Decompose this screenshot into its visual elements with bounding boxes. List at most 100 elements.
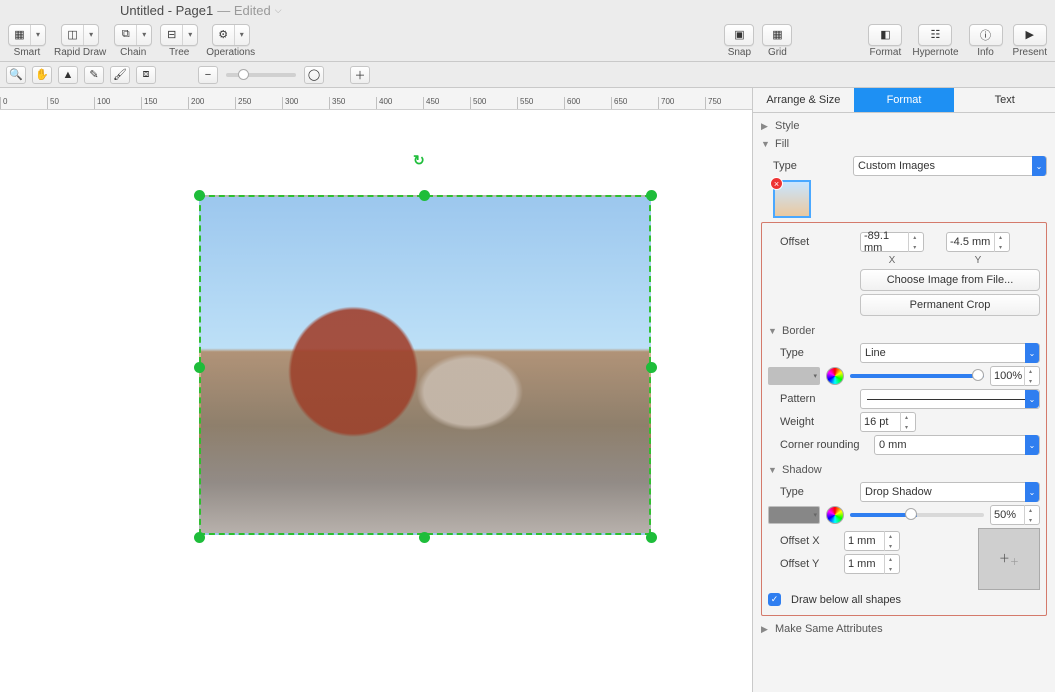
fill-tool[interactable]: ▲ (58, 66, 78, 84)
brush-tool[interactable]: 🖌 (110, 66, 130, 84)
highlighted-panel: Offset -89.1 mm▴▾ -4.5 mm▴▾ XY Choose Im… (761, 222, 1047, 616)
border-color-swatch[interactable]: ▾ (768, 367, 820, 385)
delete-thumbnail-icon[interactable]: × (770, 177, 783, 190)
canvas-area[interactable]: 0501001502002503003504004505005506006507… (0, 88, 752, 692)
rapid-label: Rapid Draw (54, 47, 106, 58)
stepper-icon[interactable]: ▴▾ (1024, 366, 1036, 386)
border-section-header[interactable]: ▼Border (768, 322, 1040, 340)
grid-icon: ▦ (772, 28, 782, 41)
weight-input[interactable]: 16 pt▴▾ (860, 412, 916, 432)
resize-handle-w[interactable] (194, 362, 205, 373)
crop-tool[interactable]: ⧈ (136, 66, 156, 84)
selected-image[interactable] (199, 195, 651, 535)
y-axis-label: Y (946, 255, 1010, 266)
shadow-opacity-slider[interactable] (850, 513, 984, 517)
shadow-type-select[interactable]: Drop Shadow⌄ (860, 482, 1040, 502)
ruler-tick: 250 (235, 97, 282, 109)
shadow-offset-x-input[interactable]: 1 mm▴▾ (844, 531, 900, 551)
corner-rounding-value: 0 mm (879, 439, 907, 451)
snap-button[interactable]: ▣ (724, 24, 754, 46)
stepper-icon[interactable]: ▴▾ (884, 531, 896, 551)
present-icon: ▶ (1026, 28, 1034, 41)
tree-button[interactable]: ⊟▾ (160, 24, 198, 46)
fill-section-header[interactable]: ▼Fill (761, 135, 1047, 153)
offset-x-value: -89.1 mm (864, 230, 908, 254)
tab-text[interactable]: Text (954, 88, 1055, 112)
fill-type-value: Custom Images (858, 160, 935, 172)
shadow-type-label: Type (768, 486, 854, 498)
draw-below-checkbox[interactable]: ✓ (768, 593, 781, 606)
grid-label: Grid (768, 47, 787, 58)
tree-label: Tree (169, 47, 189, 58)
resize-handle-ne[interactable] (646, 190, 657, 201)
tab-format[interactable]: Format (854, 88, 955, 112)
color-wheel-icon[interactable] (826, 367, 844, 385)
ruler-tick: 0 (0, 97, 47, 109)
border-type-select[interactable]: Line⌄ (860, 343, 1040, 363)
select-arrow-icon: ⌄ (1025, 343, 1039, 363)
select-arrow-icon: ⌄ (1025, 482, 1039, 502)
resize-handle-se[interactable] (646, 532, 657, 543)
resize-handle-s[interactable] (419, 532, 430, 543)
zoom-out-button[interactable]: − (198, 66, 218, 84)
style-section-header[interactable]: ▶Style (761, 117, 1047, 135)
shadow-opacity-input[interactable]: 50% ▴▾ (990, 505, 1040, 525)
zoom-slider[interactable] (226, 73, 296, 77)
info-button[interactable]: ⓘ (969, 24, 1003, 46)
permanent-crop-button[interactable]: Permanent Crop (860, 294, 1040, 316)
operations-label: Operations (206, 47, 255, 58)
offset-y-input[interactable]: -4.5 mm ▴▾ (946, 232, 1010, 252)
stepper-icon[interactable]: ▴▾ (908, 232, 920, 252)
select-arrow-icon: ⌄ (1025, 390, 1039, 408)
tab-arrange-size[interactable]: Arrange & Size (753, 88, 854, 112)
resize-handle-nw[interactable] (194, 190, 205, 201)
smart-icon: ▦ (14, 28, 24, 41)
rapid-draw-button[interactable]: ◫▾ (61, 24, 99, 46)
eyedropper-tool[interactable]: ✎ (84, 66, 104, 84)
ruler-tick: 200 (188, 97, 235, 109)
zoom-fit-button[interactable]: ◯ (304, 66, 324, 84)
hypernote-button[interactable]: ☷ (918, 24, 952, 46)
corner-rounding-select[interactable]: 0 mm⌄ (874, 435, 1040, 455)
ruler-tick: 500 (470, 97, 517, 109)
stepper-icon[interactable]: ▴▾ (884, 554, 896, 574)
border-opacity-input[interactable]: 100%▴▾ (990, 366, 1040, 386)
shadow-opacity-value: 50% (994, 509, 1016, 521)
shadow-offset-y-input[interactable]: 1 mm▴▾ (844, 554, 900, 574)
style-label: Style (775, 120, 799, 132)
zoom-in-button[interactable]: ＋ (350, 66, 370, 84)
chain-label: Chain (120, 47, 146, 58)
chain-button[interactable]: ⧉▾ (114, 24, 152, 46)
offset-x-input[interactable]: -89.1 mm▴▾ (860, 232, 924, 252)
offset-y-value: -4.5 mm (950, 236, 990, 248)
title-chevron-icon[interactable]: ⌵ (275, 5, 282, 16)
border-label: Border (782, 325, 815, 337)
stepper-icon[interactable]: ▴▾ (1024, 505, 1036, 525)
smart-button[interactable]: ▦▾ (8, 24, 46, 46)
hypernote-icon: ☷ (931, 28, 941, 41)
operations-button[interactable]: ⚙▾ (212, 24, 250, 46)
border-opacity-slider[interactable] (850, 374, 984, 378)
pattern-select[interactable]: ⌄ (860, 389, 1040, 409)
ruler-tick: 350 (329, 97, 376, 109)
resize-handle-e[interactable] (646, 362, 657, 373)
hand-tool[interactable]: ✋ (32, 66, 52, 84)
rotate-handle-icon[interactable]: ↻ (413, 152, 425, 164)
fill-image-thumbnail[interactable]: × (773, 180, 811, 218)
grid-button[interactable]: ▦ (762, 24, 792, 46)
resize-handle-sw[interactable] (194, 532, 205, 543)
stepper-icon[interactable]: ▴▾ (900, 412, 912, 432)
magnify-tool[interactable]: 🔍 (6, 66, 26, 84)
present-button[interactable]: ▶ (1013, 24, 1047, 46)
offset-label: Offset (768, 236, 854, 248)
stepper-icon[interactable]: ▴▾ (994, 232, 1006, 252)
make-same-section-header[interactable]: ▶Make Same Attributes (761, 620, 1047, 638)
resize-handle-n[interactable] (419, 190, 430, 201)
fill-type-select[interactable]: Custom Images⌄ (853, 156, 1047, 176)
choose-image-button[interactable]: Choose Image from File... (860, 269, 1040, 291)
format-panel-button[interactable]: ◧ (868, 24, 902, 46)
color-wheel-icon[interactable] (826, 506, 844, 524)
choose-image-label: Choose Image from File... (887, 274, 1014, 286)
shadow-color-swatch[interactable]: ▾ (768, 506, 820, 524)
shadow-section-header[interactable]: ▼Shadow (768, 461, 1040, 479)
